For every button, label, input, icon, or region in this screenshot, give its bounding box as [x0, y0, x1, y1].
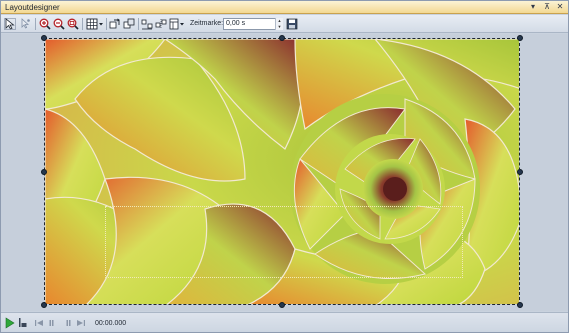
resize-handle-right[interactable] — [517, 169, 523, 175]
layout-dropdown-icon[interactable] — [179, 18, 185, 30]
zeitmarke-spinner[interactable]: ▲ ▼ — [275, 18, 283, 30]
align-icon[interactable] — [141, 18, 153, 30]
resize-handle-bottom[interactable] — [279, 302, 285, 308]
zoom-in-icon[interactable] — [39, 18, 51, 30]
resize-handle-left[interactable] — [41, 169, 47, 175]
photo-object[interactable] — [44, 38, 520, 305]
skip-back-icon[interactable] — [34, 317, 44, 329]
close-icon[interactable]: ✕ — [555, 2, 565, 12]
layout-canvas[interactable] — [1, 34, 568, 311]
stop-to-start-icon[interactable] — [18, 317, 28, 329]
resize-handle-bottom-right[interactable] — [517, 302, 523, 308]
title-bar[interactable]: Layoutdesigner ▾ ⊼ ✕ — [1, 1, 568, 14]
pointer-select-icon[interactable] — [4, 18, 16, 30]
playback-bar: 00:00.000 — [1, 312, 568, 332]
resize-handle-top-right[interactable] — [517, 35, 523, 41]
resize-handle-top-left[interactable] — [41, 35, 47, 41]
move-object-icon[interactable] — [109, 18, 121, 30]
zoom-out-icon[interactable] — [53, 18, 65, 30]
step-forward-icon[interactable] — [62, 317, 72, 329]
play-icon[interactable] — [5, 317, 15, 329]
window-title: Layoutdesigner — [5, 3, 60, 12]
grid-icon[interactable] — [86, 18, 98, 30]
layoutdesigner-window: Layoutdesigner ▾ ⊼ ✕ Zeitmarke: 0,00 s ▲… — [0, 0, 569, 333]
copy-object-icon[interactable] — [123, 18, 135, 30]
zeitmarke-input[interactable]: 0,00 s — [223, 18, 283, 30]
step-back-icon[interactable] — [48, 317, 58, 329]
timecode-display: 00:00.000 — [95, 320, 127, 327]
group-select-icon[interactable] — [19, 18, 31, 30]
toolbar: Zeitmarke: 0,00 s ▲ ▼ — [1, 15, 568, 33]
resize-handle-bottom-left[interactable] — [41, 302, 47, 308]
safe-area-guide — [105, 206, 463, 278]
save-icon[interactable] — [286, 18, 298, 30]
layout-icon[interactable] — [169, 18, 179, 30]
zeitmarke-label: Zeitmarke: — [190, 20, 224, 27]
zoom-fit-icon[interactable] — [67, 18, 79, 30]
grid-dropdown-icon[interactable] — [98, 18, 104, 30]
skip-forward-icon[interactable] — [76, 317, 86, 329]
distribute-icon[interactable] — [155, 18, 167, 30]
pin-icon[interactable]: ⊼ — [542, 2, 552, 12]
window-menu-icon[interactable]: ▾ — [528, 2, 538, 12]
resize-handle-top[interactable] — [279, 35, 285, 41]
